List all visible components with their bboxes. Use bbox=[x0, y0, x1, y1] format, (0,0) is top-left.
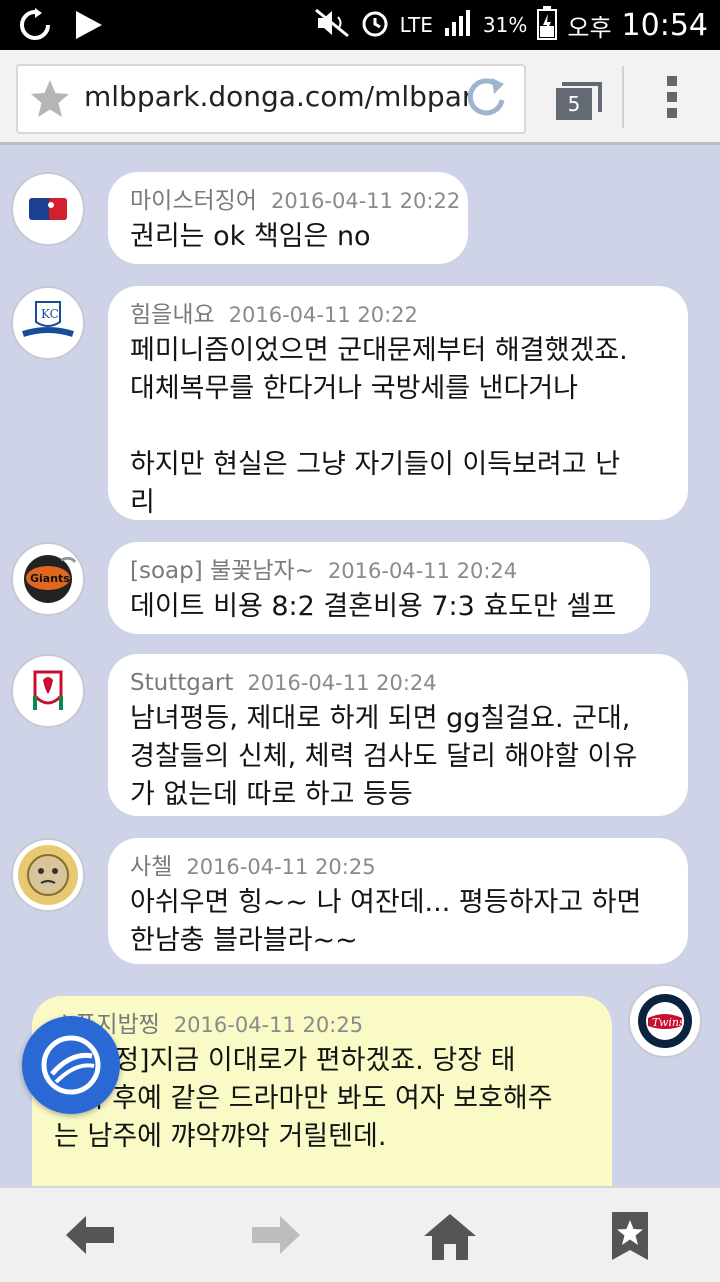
mute-icon bbox=[314, 8, 350, 42]
clock-ampm: 오후 bbox=[567, 13, 612, 42]
bookmarks-icon[interactable] bbox=[600, 1210, 660, 1260]
clock-time: 10:54 bbox=[621, 7, 708, 43]
browser-toolbar: mlbpark.donga.com/mlbpark/ 5 bbox=[0, 50, 720, 145]
forward-arrow-icon[interactable] bbox=[244, 1210, 304, 1260]
avatar-giants-logo: Giants bbox=[11, 542, 85, 616]
battery-percent: 31% bbox=[482, 13, 528, 37]
comment-date: 2016-04-11 20:22 bbox=[228, 303, 418, 327]
svg-text:KC: KC bbox=[41, 307, 59, 321]
comment-nick[interactable]: [soap] 불꽃남자~ bbox=[130, 558, 314, 584]
reload-icon[interactable] bbox=[462, 74, 510, 126]
comment-date: 2016-04-11 20:24 bbox=[247, 671, 437, 695]
bookmark-star-icon[interactable] bbox=[28, 78, 72, 124]
url-text[interactable]: mlbpark.donga.com/mlbpark/ bbox=[84, 80, 468, 113]
comment-date: 2016-04-11 20:24 bbox=[327, 559, 518, 583]
sync-icon bbox=[18, 8, 52, 46]
comment-nick[interactable]: Stuttgart bbox=[130, 670, 233, 696]
avatar-mlb-logo bbox=[11, 172, 85, 246]
tab-count[interactable]: 5 bbox=[556, 88, 592, 120]
comment-nick[interactable]: 사첼 bbox=[130, 854, 172, 880]
comment-text: [글수정]지금 이대로가 편하겠죠. 당장 태 양의 후예 같은 드라마만 봐도… bbox=[54, 1045, 553, 1152]
svg-text:Twins: Twins bbox=[652, 1016, 685, 1029]
avatar-royals-logo: KC bbox=[11, 286, 85, 360]
play-icon bbox=[74, 9, 104, 45]
comment-text: 아쉬우면 힝~~ 나 여잔데... 평등하자고 하면 한남충 블라블라~~ bbox=[130, 887, 642, 956]
battery-icon bbox=[537, 6, 558, 44]
comment-date: 2016-04-11 20:22 bbox=[270, 189, 461, 213]
home-icon[interactable] bbox=[420, 1210, 480, 1260]
comment-bubble: 사첼 2016-04-11 20:25 아쉬우면 힝~~ 나 여잔데... 평등하… bbox=[108, 838, 688, 964]
comment-bubble: Stuttgart 2016-04-11 20:24 남녀평등, 제대로 하게 되… bbox=[108, 654, 688, 816]
comment-text: 페미니즘이었으면 군대문제부터 해결했겠죠. 대체복무를 한다거나 국방세를 낸… bbox=[130, 335, 628, 518]
status-bar: LTE 31% 오후 10:54 bbox=[0, 0, 720, 50]
back-arrow-icon[interactable] bbox=[62, 1210, 122, 1260]
alarm-icon bbox=[360, 8, 390, 42]
avatar-twins-logo: Twins bbox=[628, 984, 702, 1058]
overflow-menu-icon[interactable] bbox=[664, 76, 680, 126]
avatar-sunflower-face bbox=[11, 838, 85, 912]
comment-bubble: 힘을내요 2016-04-11 20:22 페미니즘이었으면 군대문제부터 해결했… bbox=[108, 286, 688, 520]
network-type: LTE bbox=[399, 13, 433, 37]
address-bar[interactable]: mlbpark.donga.com/mlbpark/ bbox=[16, 64, 526, 134]
svg-text:Giants: Giants bbox=[30, 572, 70, 585]
floating-action-button[interactable] bbox=[22, 1016, 120, 1114]
comment-nick[interactable]: 힘을내요 bbox=[130, 302, 215, 328]
bottom-navigation bbox=[0, 1186, 720, 1282]
signal-icon bbox=[443, 8, 473, 42]
comment-nick[interactable]: 마이스터징어 bbox=[130, 188, 257, 214]
comment-text: 데이트 비용 8:2 결혼비용 7:3 효도만 셀프 bbox=[130, 591, 617, 622]
toolbar-divider bbox=[622, 66, 624, 128]
comment-bubble: [soap] 불꽃남자~ 2016-04-11 20:24 데이트 비용 8:2 … bbox=[108, 542, 650, 634]
comment-date: 2016-04-11 20:25 bbox=[173, 1013, 364, 1037]
avatar-liverpool-logo bbox=[11, 654, 85, 728]
comment-date: 2016-04-11 20:25 bbox=[186, 855, 376, 879]
ball-icon bbox=[22, 1035, 120, 1118]
comment-text: 권리는 ok 책임은 no bbox=[130, 221, 371, 252]
comment-text: 남녀평등, 제대로 하게 되면 gg칠걸요. 군대, 경찰들의 신체, 체력 검… bbox=[130, 703, 638, 810]
comment-bubble: 마이스터징어 2016-04-11 20:22 권리는 ok 책임은 no bbox=[108, 172, 468, 264]
